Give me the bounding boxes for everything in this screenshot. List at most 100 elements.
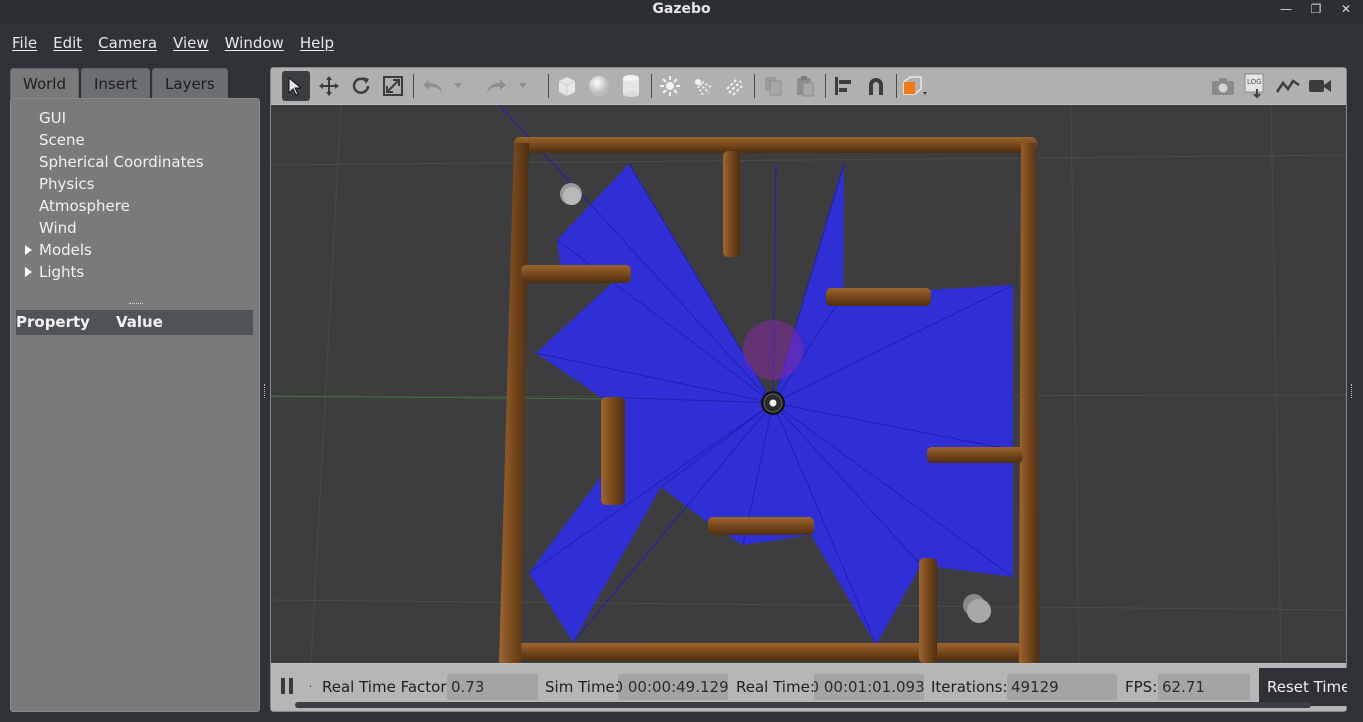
pause-icon[interactable] bbox=[281, 678, 295, 694]
inner-wall-right-mid bbox=[927, 447, 1023, 463]
inner-wall-right-upper bbox=[826, 288, 931, 306]
tab-layers[interactable]: Layers bbox=[152, 68, 228, 99]
minimize-icon[interactable]: — bbox=[1275, 0, 1297, 18]
plot-icon[interactable] bbox=[1274, 71, 1302, 101]
title-bar: Gazebo — ❐ ✕ bbox=[0, 0, 1363, 24]
obstacle-sphere bbox=[563, 187, 581, 205]
directional-light-icon[interactable] bbox=[720, 71, 748, 101]
target-marker bbox=[743, 320, 803, 380]
screenshot-icon[interactable] bbox=[1209, 71, 1237, 101]
tree-item-physics[interactable]: Physics bbox=[11, 173, 259, 195]
cylinder-shape-icon[interactable] bbox=[617, 71, 645, 101]
toolbar-separator bbox=[651, 74, 652, 98]
menu-bar: File Edit Camera View Window Help bbox=[0, 28, 342, 58]
menu-file[interactable]: File bbox=[4, 34, 45, 52]
left-panel-tabs: World Insert Layers bbox=[10, 68, 230, 99]
real-time-label: Real Time: bbox=[736, 678, 815, 696]
horizontal-scrollbar[interactable] bbox=[295, 702, 1311, 708]
real-time-factor-field: 0.73 bbox=[447, 674, 538, 700]
select-arrow-icon[interactable] bbox=[282, 71, 310, 101]
menu-help[interactable]: Help bbox=[292, 34, 342, 52]
wall-right bbox=[1019, 143, 1039, 663]
reset-time-button[interactable]: Reset Time bbox=[1259, 668, 1347, 706]
tree-item-models[interactable]: Models bbox=[11, 239, 259, 261]
translate-icon[interactable] bbox=[315, 71, 343, 101]
property-column-label: Property bbox=[16, 313, 90, 331]
menu-view[interactable]: View bbox=[165, 34, 217, 52]
left-splitter-handle[interactable] bbox=[264, 384, 267, 398]
tree-item-spherical-coordinates[interactable]: Spherical Coordinates bbox=[11, 151, 259, 173]
3d-viewport[interactable] bbox=[271, 105, 1346, 663]
svg-text:LOG: LOG bbox=[1247, 78, 1262, 86]
tree-item-label: Scene bbox=[39, 131, 85, 149]
viewport-toolbar: LOG bbox=[271, 68, 1346, 104]
undo-icon[interactable] bbox=[419, 71, 447, 101]
inner-wall-left-upper bbox=[521, 265, 631, 283]
tree-item-label: GUI bbox=[39, 109, 67, 127]
toolbar-separator bbox=[825, 74, 826, 98]
toolbar-separator bbox=[548, 74, 549, 98]
menu-edit[interactable]: Edit bbox=[45, 34, 90, 52]
rotate-icon[interactable] bbox=[347, 71, 375, 101]
tree-item-lights[interactable]: Lights bbox=[11, 261, 259, 283]
inner-wall-top bbox=[723, 151, 740, 257]
tree-item-label: Wind bbox=[39, 219, 77, 237]
point-light-icon[interactable] bbox=[656, 71, 684, 101]
step-dot: · bbox=[309, 682, 313, 693]
tree-item-label: Lights bbox=[39, 263, 85, 281]
scale-icon[interactable] bbox=[379, 71, 407, 101]
menu-camera[interactable]: Camera bbox=[90, 34, 165, 52]
splitter-grip[interactable] bbox=[129, 303, 143, 306]
log-icon[interactable]: LOG bbox=[1241, 71, 1269, 101]
real-time-factor-label: Real Time Factor: bbox=[322, 678, 452, 696]
tree-item-label: Models bbox=[39, 241, 92, 259]
obstacle-sphere bbox=[967, 599, 991, 623]
tree-item-label: Atmosphere bbox=[39, 197, 130, 215]
spot-light-icon[interactable] bbox=[688, 71, 716, 101]
tree-item-label: Physics bbox=[39, 175, 95, 193]
property-header: Property Value bbox=[16, 310, 253, 335]
tree-item-scene[interactable]: Scene bbox=[11, 129, 259, 151]
redo-icon[interactable] bbox=[482, 71, 510, 101]
tree-item-gui[interactable]: GUI bbox=[11, 107, 259, 129]
align-icon[interactable] bbox=[830, 71, 858, 101]
paste-icon[interactable] bbox=[791, 71, 819, 101]
robot-model bbox=[761, 391, 785, 415]
right-splitter-handle[interactable] bbox=[1351, 384, 1354, 398]
tree-item-wind[interactable]: Wind bbox=[11, 217, 259, 239]
box-shape-icon[interactable] bbox=[553, 71, 581, 101]
inner-wall-left-lower bbox=[601, 397, 625, 505]
real-time-field: 00 00:01:01.093 bbox=[814, 674, 924, 700]
toolbar-separator bbox=[413, 74, 414, 98]
video-record-icon[interactable] bbox=[1306, 71, 1334, 101]
wall-top bbox=[514, 137, 1037, 153]
restore-icon[interactable]: ❐ bbox=[1305, 0, 1327, 18]
world-tree: GUI Scene Spherical Coordinates Physics … bbox=[11, 107, 259, 283]
value-column-label: Value bbox=[116, 313, 163, 331]
fps-label: FPS: bbox=[1125, 678, 1158, 696]
scene-render bbox=[271, 105, 1346, 663]
tab-insert[interactable]: Insert bbox=[81, 68, 151, 99]
world-panel: GUI Scene Spherical Coordinates Physics … bbox=[10, 98, 260, 712]
tree-item-label: Spherical Coordinates bbox=[39, 153, 204, 171]
close-icon[interactable]: ✕ bbox=[1335, 0, 1357, 18]
expand-arrow-icon[interactable] bbox=[25, 267, 32, 277]
sphere-shape-icon[interactable] bbox=[585, 71, 613, 101]
toolbar-separator bbox=[754, 74, 755, 98]
view-angle-icon[interactable] bbox=[901, 71, 929, 101]
fps-field: 62.71 bbox=[1158, 674, 1250, 700]
wall-bottom bbox=[514, 643, 1037, 661]
inner-wall-bottom-mid bbox=[708, 517, 814, 535]
simulation-status-bar: · Real Time Factor: 0.73 Sim Time: 00 00… bbox=[271, 664, 1347, 711]
tab-world[interactable]: World bbox=[10, 68, 79, 99]
undo-dropdown-icon[interactable] bbox=[451, 71, 465, 101]
inner-wall-bottom-right bbox=[919, 558, 937, 663]
window-title: Gazebo bbox=[652, 1, 711, 17]
snap-magnet-icon[interactable] bbox=[862, 71, 890, 101]
redo-dropdown-icon[interactable] bbox=[516, 71, 530, 101]
copy-icon[interactable] bbox=[759, 71, 787, 101]
tree-item-atmosphere[interactable]: Atmosphere bbox=[11, 195, 259, 217]
expand-arrow-icon[interactable] bbox=[25, 245, 32, 255]
iterations-field: 49129 bbox=[1007, 674, 1117, 700]
menu-window[interactable]: Window bbox=[217, 34, 292, 52]
